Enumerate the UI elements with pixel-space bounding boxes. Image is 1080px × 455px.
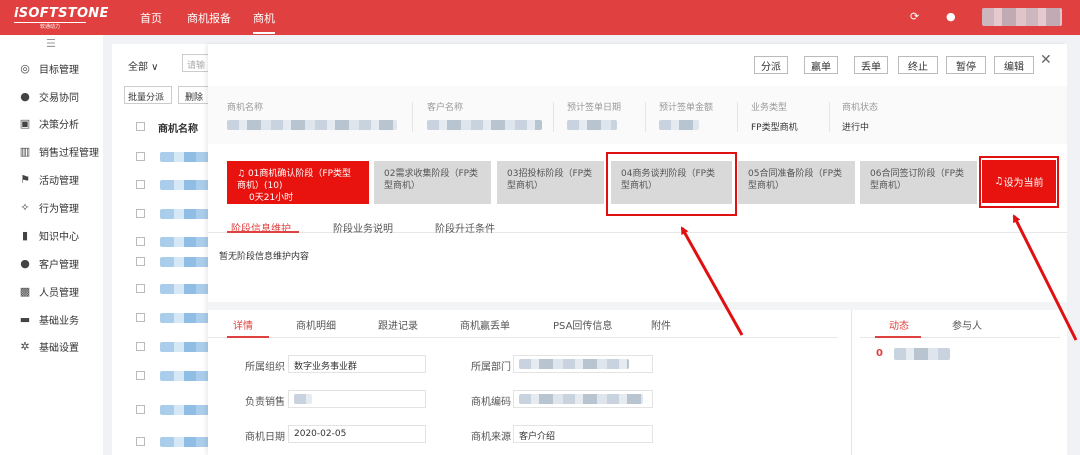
annotation-arrow-set-current bbox=[1012, 214, 1078, 341]
annotation-arrows bbox=[680, 214, 1078, 341]
annotation-arrow-stage bbox=[680, 226, 744, 336]
